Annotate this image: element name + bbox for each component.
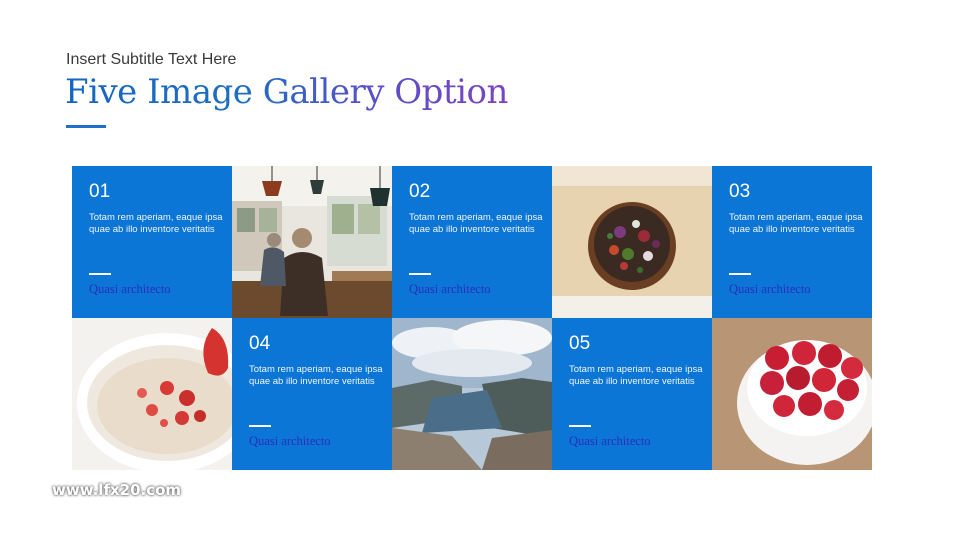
card-divider — [249, 425, 271, 427]
card-divider — [729, 273, 751, 275]
card-divider — [409, 273, 431, 275]
card-number: 03 — [729, 181, 751, 202]
card-link[interactable]: Quasi architecto — [409, 282, 491, 297]
card-link[interactable]: Quasi architecto — [249, 434, 331, 449]
gallery-card-02: 02 Totam rem aperiam, eaque ipsa quae ab… — [392, 166, 552, 318]
gallery-card-01: 01 Totam rem aperiam, eaque ipsa quae ab… — [72, 166, 232, 318]
card-link[interactable]: Quasi architecto — [569, 434, 651, 449]
card-description: Totam rem aperiam, eaque ipsa quae ab il… — [569, 364, 703, 387]
card-description: Totam rem aperiam, eaque ipsa quae ab il… — [729, 212, 863, 235]
card-divider — [569, 425, 591, 427]
card-link[interactable]: Quasi architecto — [89, 282, 171, 297]
fjord-landscape-photo — [392, 318, 552, 470]
strawberry-yogurt-photo — [72, 318, 232, 470]
gallery-card-05: 05 Totam rem aperiam, eaque ipsa quae ab… — [552, 318, 712, 470]
card-number: 02 — [409, 181, 431, 202]
card-number: 05 — [569, 333, 591, 354]
title-underline — [66, 125, 106, 128]
card-number: 04 — [249, 333, 271, 354]
salad-bowl-photo — [552, 166, 712, 318]
gallery-card-03: 03 Totam rem aperiam, eaque ipsa quae ab… — [712, 166, 872, 318]
card-description: Totam rem aperiam, eaque ipsa quae ab il… — [249, 364, 383, 387]
card-link[interactable]: Quasi architecto — [729, 282, 811, 297]
gallery-card-04: 04 Totam rem aperiam, eaque ipsa quae ab… — [232, 318, 392, 470]
card-number: 01 — [89, 181, 111, 202]
card-description: Totam rem aperiam, eaque ipsa quae ab il… — [89, 212, 223, 235]
page-subtitle: Insert Subtitle Text Here — [66, 51, 237, 68]
watermark-text: www.lfx20.com — [52, 481, 182, 499]
card-divider — [89, 273, 111, 275]
image-gallery-grid: 01 Totam rem aperiam, eaque ipsa quae ab… — [72, 166, 873, 470]
cafe-photo — [232, 166, 392, 318]
card-description: Totam rem aperiam, eaque ipsa quae ab il… — [409, 212, 543, 235]
page-title: Five Image Gallery Option — [65, 72, 508, 112]
raspberry-bowl-photo — [712, 318, 872, 470]
